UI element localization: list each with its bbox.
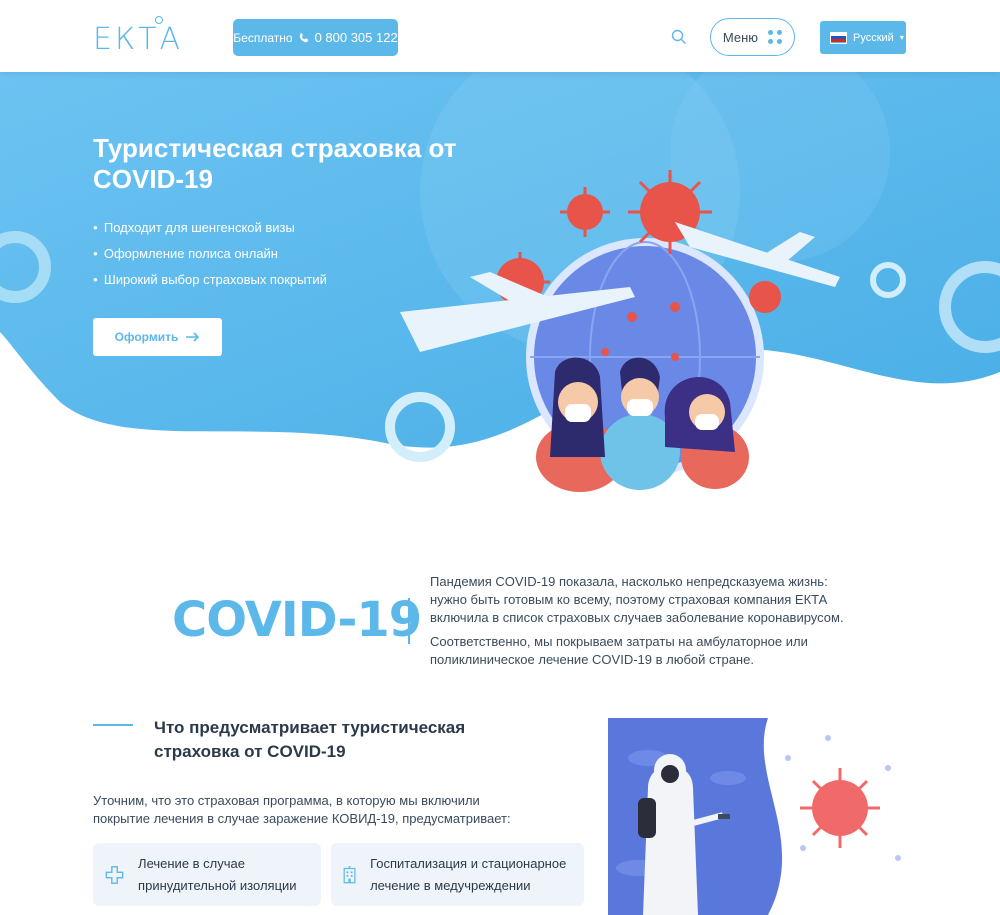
phone-prefix: Бесплатно xyxy=(233,30,293,45)
medical-cross-icon xyxy=(105,865,124,884)
arrow-right-icon xyxy=(186,332,200,342)
chevron-down-icon: ▾ xyxy=(899,33,904,42)
logo[interactable]: ЕКТА xyxy=(93,22,183,57)
covid-paragraph: Пандемия COVID-19 показала, насколько не… xyxy=(430,574,844,625)
menu-dots-icon xyxy=(768,30,783,44)
coverage-card-label: Госпитализация и стационарное лечение в … xyxy=(370,855,567,893)
coverage-card-hospital: Госпитализация и стационарное лечение в … xyxy=(331,843,584,906)
coverage-section-title: Что предусматривает туристическая страхо… xyxy=(154,718,466,761)
search-icon[interactable] xyxy=(671,29,687,45)
benefit-item: Оформление полиса онлайн xyxy=(93,245,327,271)
hero-benefits-list: Подходит для шенгенской визы Оформление … xyxy=(93,219,327,297)
site-header: ЕКТА Бесплатно 0 800 305 122 Меню Русски… xyxy=(0,0,1000,72)
covid-description: Пандемия COVID-19 показала, насколько не… xyxy=(430,573,850,675)
divider xyxy=(408,598,410,644)
covid-paragraph: Соответственно, мы покрываем затраты на … xyxy=(430,634,808,667)
logo-ring-icon xyxy=(155,16,163,24)
coverage-card-label: Лечение в случае принудительной изоляции xyxy=(138,855,297,893)
hero-title: Туристическая страховка от COVID-19 xyxy=(93,133,457,194)
phone-number: 0 800 305 122 xyxy=(314,30,398,45)
section-accent-line xyxy=(93,724,133,726)
apply-button-label: Оформить xyxy=(114,330,179,344)
menu-button[interactable]: Меню xyxy=(710,18,795,56)
coverage-card-isolation: Лечение в случае принудительной изоляции xyxy=(93,843,321,906)
covid-heading: COVID-19 xyxy=(172,592,422,648)
benefit-item: Подходит для шенгенской визы xyxy=(93,219,327,245)
menu-label: Меню xyxy=(722,29,759,45)
russia-flag-icon xyxy=(830,31,847,44)
coverage-intro: Уточним, что это страховая программа, в … xyxy=(93,793,511,826)
language-label: Русский xyxy=(853,31,894,44)
apply-button[interactable]: Оформить xyxy=(93,318,222,356)
hospital-building-icon xyxy=(343,865,356,883)
benefit-item: Широкий выбор страховых покрытий xyxy=(93,271,327,297)
phone-button[interactable]: Бесплатно 0 800 305 122 xyxy=(233,19,398,56)
phone-icon xyxy=(299,32,308,42)
disinfection-illustration xyxy=(608,718,908,915)
language-selector[interactable]: Русский ▾ xyxy=(820,21,906,54)
